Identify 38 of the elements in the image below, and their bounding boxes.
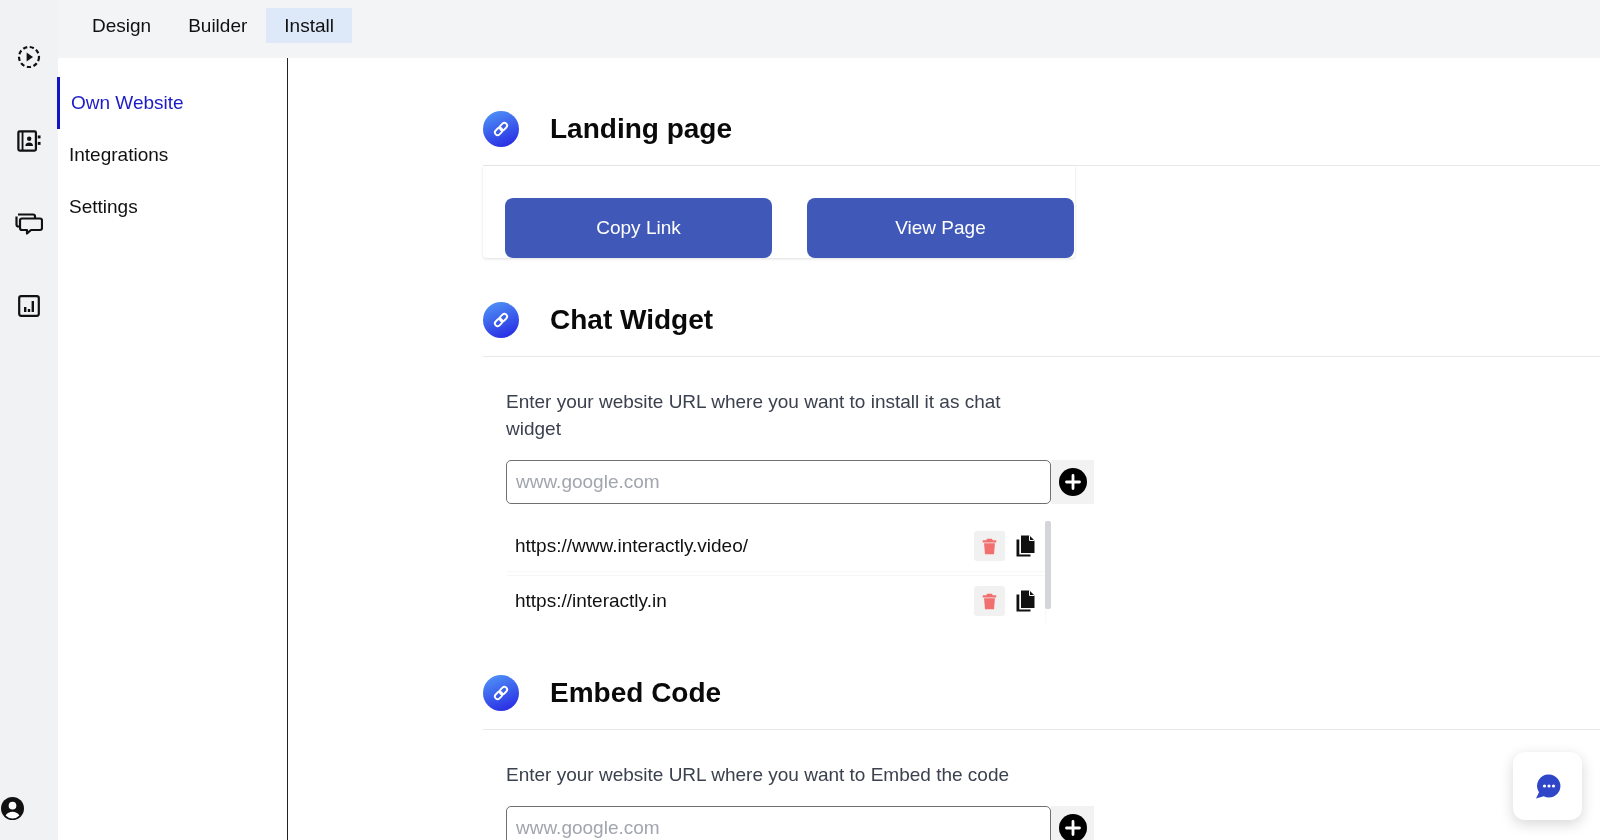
action-button[interactable]: Copy Link <box>505 198 772 258</box>
url-text: https://www.interactly.video/ <box>515 535 750 557</box>
delete-button[interactable] <box>974 531 1005 561</box>
copy-icon[interactable] <box>1016 590 1035 612</box>
add-button[interactable] <box>1051 460 1094 504</box>
bar-chart-icon[interactable] <box>18 295 40 317</box>
trash-icon <box>982 537 997 555</box>
chat-launcher-button[interactable] <box>1513 752 1582 820</box>
url-text: https://interactly.in <box>515 590 668 612</box>
copy-icon[interactable] <box>1016 535 1035 557</box>
link-icon <box>483 675 519 711</box>
tab[interactable]: Install <box>266 8 352 43</box>
sidebar-item[interactable]: Own Website <box>57 77 287 129</box>
link-icon <box>483 302 519 338</box>
action-button[interactable]: View Page <box>807 198 1074 258</box>
add-button[interactable] <box>1051 806 1094 840</box>
section-description: Enter your website URL where you want to install it as chat widget <box>506 390 1002 441</box>
link-icon <box>483 111 519 147</box>
sidebar-item[interactable]: Settings <box>58 181 287 233</box>
section-description: Enter your website URL where you want to Embed the code <box>506 763 1011 787</box>
plus-icon <box>1058 814 1087 840</box>
user-avatar-icon[interactable] <box>1 797 24 820</box>
url-input[interactable]: www.google.com <box>506 460 1051 504</box>
section-title: Embed Code <box>550 676 722 710</box>
delete-button[interactable] <box>974 586 1005 616</box>
chat-icon <box>1533 772 1562 800</box>
contact-book-icon[interactable] <box>17 129 41 153</box>
chat-bubbles-icon[interactable] <box>15 213 43 235</box>
sidebar-item[interactable]: Integrations <box>58 129 287 181</box>
section-title: Landing page <box>550 112 732 146</box>
plus-icon <box>1058 468 1087 496</box>
tab[interactable]: Builder <box>170 8 266 43</box>
play-circle-icon[interactable] <box>17 45 41 69</box>
tab[interactable]: Design <box>74 8 170 43</box>
section-title: Chat Widget <box>550 303 714 337</box>
scrollbar-thumb[interactable] <box>1045 521 1051 609</box>
url-input[interactable]: www.google.com <box>506 806 1051 840</box>
trash-icon <box>982 592 997 610</box>
